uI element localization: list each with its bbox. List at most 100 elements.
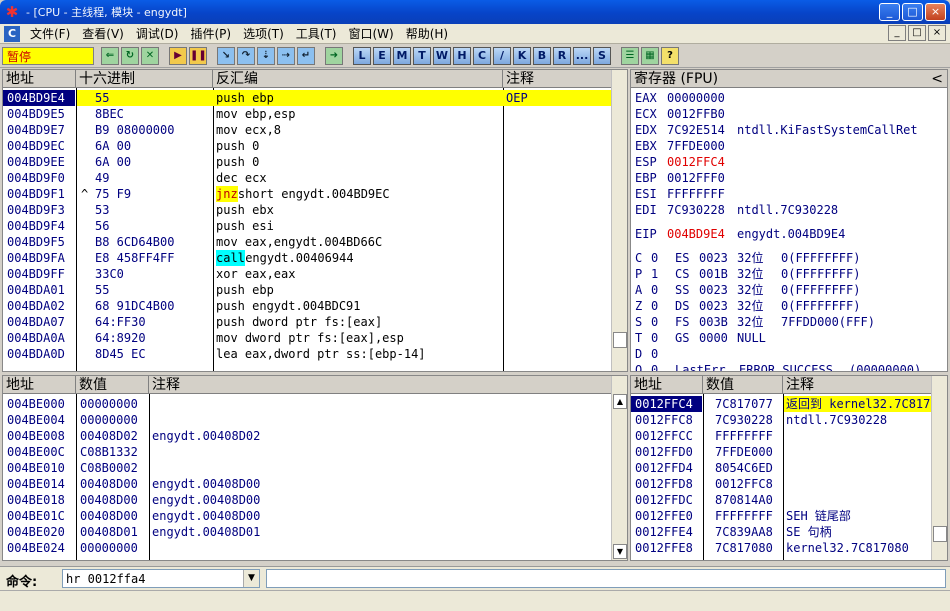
dump-col-comment[interactable]: 注释 [149,376,613,394]
register-row[interactable]: EAX 00000000 [631,90,947,106]
window-button-10[interactable]: R [553,46,571,65]
menu-item-0[interactable]: 文件(F) [24,25,76,43]
menu-item-5[interactable]: 工具(T) [290,25,343,43]
window-button-1[interactable]: E [373,46,391,65]
dump-row[interactable]: 004BE018 00408D00 engydt.00408D00 [3,492,611,508]
dump-row[interactable]: 004BE014 00408D00 engydt.00408D00 [3,476,611,492]
col-disasm[interactable]: 反汇编 [213,70,503,88]
register-row[interactable]: ESI FFFFFFFF [631,186,947,202]
minimize-button[interactable]: _ [879,3,900,21]
dump-row[interactable]: 004BE020 00408D01 engydt.00408D01 [3,524,611,540]
grid-icon[interactable]: ▦ [641,46,659,65]
disasm-row[interactable]: 004BDA0D 8D45 EC lea eax,dword ptr ss:[ebp… [3,346,611,362]
window-button-3[interactable]: T [413,46,431,65]
collapse-icon[interactable]: < [931,70,943,88]
window-button-6[interactable]: C [473,46,491,65]
dump-row[interactable]: 004BE00C C08B1332 [3,444,611,460]
menu-item-1[interactable]: 查看(V) [76,25,130,43]
stack-row[interactable]: 0012FFD0 7FFDE000 [631,444,933,460]
disasm-scroll-thumb[interactable] [613,332,627,348]
disasm-row[interactable]: 004BD9FA E8 458FF4FF call engydt.00406944 [3,250,611,266]
command-output-field[interactable] [266,569,946,588]
title-bar[interactable]: ✱ - [CPU - 主线程, 模块 - engydt] _ □ × [0,0,950,24]
chevron-down-icon[interactable]: ▼ [243,570,259,587]
stack-scrollbar[interactable] [931,376,947,560]
register-row[interactable]: ECX 0012FFB0 [631,106,947,122]
step-over-icon[interactable]: ↷ [237,46,255,65]
step-into-icon[interactable]: ↘ [217,46,235,65]
flag-row[interactable]: A 0 SS 0023 32位 0(FFFFFFFF) [631,282,947,298]
dump-row[interactable]: 004BE008 00408D02 engydt.00408D02 [3,428,611,444]
cpu-window-icon[interactable]: C [4,25,20,42]
disasm-row[interactable]: 004BD9EE 6A 00 push 0 [3,154,611,170]
disasm-row[interactable]: 004BDA0A 64:8920 mov dword ptr fs:[eax],es… [3,330,611,346]
flag-row[interactable]: S 0 FS 003B 32位 7FFDD000(FFF) [631,314,947,330]
run-icon[interactable]: ▶ [169,46,187,65]
menu-item-3[interactable]: 插件(P) [184,25,237,43]
col-comment[interactable]: 注释 [503,70,613,88]
disasm-row[interactable]: 004BDA02 68 91DC4B00 push engydt.004BDC91 [3,298,611,314]
disasm-row[interactable]: 004BD9F3 53 push ebx [3,202,611,218]
flag-row[interactable]: O 0 LastErr ERROR_SUCCESS (00000000) [631,362,947,371]
dump-col-value[interactable]: 数值 [76,376,149,394]
dump-row[interactable]: 004BE010 C08B0002 [3,460,611,476]
window-button-4[interactable]: W [433,46,451,65]
disasm-row[interactable]: 004BD9E5 8BEC mov ebp,esp [3,106,611,122]
disasm-row[interactable]: 004BD9F5 B8 6CD64B00 mov eax,engydt.004BD6… [3,234,611,250]
disasm-row[interactable]: 004BD9E7 B9 08000000 mov ecx,8 [3,122,611,138]
window-button-7[interactable]: / [493,46,511,65]
menu-item-2[interactable]: 调试(D) [130,25,185,43]
register-row[interactable]: EBX 7FFDE000 [631,138,947,154]
stack-scroll-thumb[interactable] [933,526,947,542]
dump-row[interactable]: 004BE01C 00408D00 engydt.00408D00 [3,508,611,524]
disasm-row[interactable]: 004BD9F0 49 dec ecx [3,170,611,186]
dump-scroll-down-icon[interactable]: ▼ [613,544,627,559]
register-row[interactable]: ESP 0012FFC4 [631,154,947,170]
disasm-row[interactable]: 004BD9E4 55 push ebp OEP [3,90,611,106]
disasm-row[interactable]: 004BD9FF 33C0 xor eax,eax [3,266,611,282]
mdi-minimize-button[interactable]: _ [888,25,906,41]
mdi-close-button[interactable]: × [928,25,946,41]
flag-row[interactable]: Z 0 DS 0023 32位 0(FFFFFFFF) [631,298,947,314]
window-button-11[interactable]: ... [573,46,591,65]
flag-row[interactable]: P 1 CS 001B 32位 0(FFFFFFFF) [631,266,947,282]
trace-into-icon[interactable]: ⇣ [257,46,275,65]
register-row[interactable]: EIP 004BD9E4 engydt.004BD9E4 [631,226,947,242]
register-row[interactable]: EDX 7C92E514 ntdll.KiFastSystemCallRet [631,122,947,138]
menu-item-6[interactable]: 窗口(W) [342,25,399,43]
dump-row[interactable]: 004BE024 00000000 [3,540,611,556]
disasm-row[interactable]: 004BDA07 64:FF30 push dword ptr fs:[eax] [3,314,611,330]
window-button-2[interactable]: M [393,46,411,65]
col-hex[interactable]: 十六进制 [76,70,213,88]
stack-row[interactable]: 0012FFCC FFFFFFFF [631,428,933,444]
window-button-8[interactable]: K [513,46,531,65]
register-row[interactable]: EDI 7C930228 ntdll.7C930228 [631,202,947,218]
flag-row[interactable]: C 0 ES 0023 32位 0(FFFFFFFF) [631,250,947,266]
stack-row[interactable]: 0012FFE4 7C839AA8 SE 句柄 [631,524,933,540]
trace-over-icon[interactable]: ⇢ [277,46,295,65]
window-button-5[interactable]: H [453,46,471,65]
stack-pane[interactable]: 地址 数值 注释 0012FFC4 7C817077 返回到 kernel32.7C… [630,375,948,561]
registers-pane[interactable]: 寄存器 (FPU) < EAX 00000000 ECX 0012FFB0 EDX 7C9… [630,69,948,372]
disasm-row[interactable]: 004BD9EC 6A 00 push 0 [3,138,611,154]
close-button[interactable]: × [925,3,946,21]
menu-item-7[interactable]: 帮助(H) [400,25,454,43]
dump-col-address[interactable]: 地址 [3,376,76,394]
pause-icon[interactable]: ❚❚ [189,46,207,65]
dump-scrollbar[interactable]: ▲ ▼ [611,376,627,560]
mdi-restore-button[interactable]: □ [908,25,926,41]
maximize-button[interactable]: □ [902,3,923,21]
window-button-9[interactable]: B [533,46,551,65]
dump-row[interactable]: 004BE004 00000000 [3,412,611,428]
execute-till-return-icon[interactable]: ↵ [297,46,315,65]
stack-row[interactable]: 0012FFC8 7C930228 ntdll.7C930228 [631,412,933,428]
col-address[interactable]: 地址 [3,70,76,88]
command-input[interactable]: hr 0012ffa4 ▼ [62,569,260,588]
stack-row[interactable]: 0012FFD8 0012FFC8 [631,476,933,492]
disasm-row[interactable]: 004BD9F1 ^ 75 F9 jnz short engydt.004BD9EC [3,186,611,202]
register-row[interactable]: EBP 0012FFF0 [631,170,947,186]
menu-item-4[interactable]: 选项(T) [237,25,290,43]
disasm-row[interactable]: 004BDA01 55 push ebp [3,282,611,298]
stack-col-value[interactable]: 数值 [703,376,783,394]
disasm-row[interactable]: 004BD9F4 56 push esi [3,218,611,234]
